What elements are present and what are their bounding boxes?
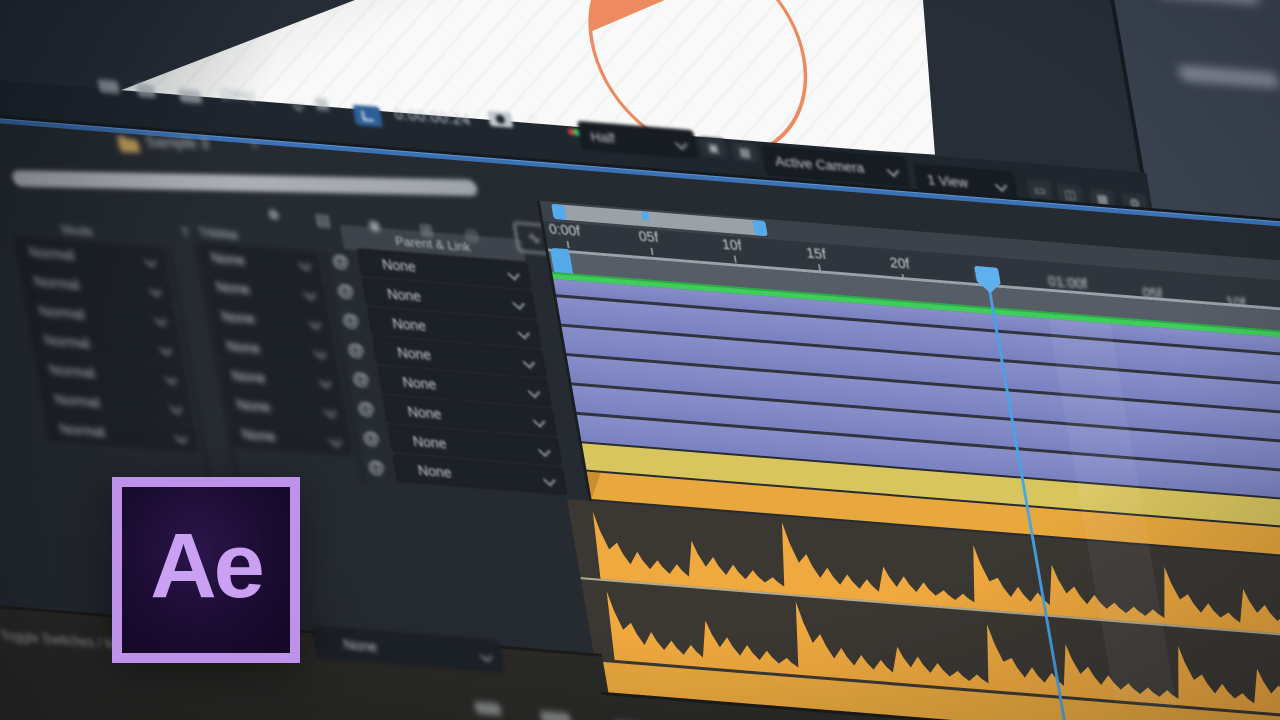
chevron-down-icon: [319, 376, 332, 389]
monitor-icon: ▭: [1033, 182, 1047, 197]
mode-select-value: Normal: [38, 302, 86, 322]
panel-item-blur: [1153, 0, 1261, 5]
timeline-tab[interactable]: Sample 3: [144, 134, 211, 153]
resolution-value: Half: [589, 128, 616, 145]
chevron-down-icon: [159, 343, 172, 356]
pick-whip-icon[interactable]: @: [361, 427, 381, 449]
chevron-down-icon: [329, 434, 342, 447]
monitor-icon: ▣: [706, 140, 720, 155]
mode-column-header[interactable]: Mode: [60, 222, 94, 239]
trkmat-select-value: None: [230, 366, 266, 385]
after-effects-screenshot: (29%) ▦ 0:00:00:24 ◌ Half ▣ ▩ Active Cam…: [0, 0, 1280, 720]
chevron-down-icon: [995, 178, 1008, 191]
mode-select-value: Normal: [27, 243, 75, 263]
mode-select-value: Normal: [53, 390, 101, 410]
view-layout-value: 1 View: [926, 171, 969, 189]
checkerboard-icon: ▩: [738, 144, 752, 159]
trkmat-select-value: None: [220, 308, 256, 327]
chevron-down-icon: [523, 356, 536, 369]
trkmat-select-value: None: [235, 396, 271, 415]
trkmat-select-value: None: [241, 425, 277, 444]
target-region-button[interactable]: ▣: [699, 137, 727, 158]
trkmat-select-value: None: [225, 337, 261, 356]
mode-select-value: Normal: [48, 361, 96, 381]
mode-select-value: Normal: [33, 273, 81, 293]
parent-select-value: None: [391, 314, 427, 333]
chevron-down-icon: [538, 444, 551, 457]
chevron-down-icon: [528, 385, 541, 398]
toolbar-icon-blur[interactable]: [136, 83, 156, 98]
parent-select-value: None: [406, 403, 442, 422]
chevron-down-icon: [154, 313, 167, 326]
axis-icon: [361, 110, 374, 121]
after-effects-logo: Ae: [112, 477, 300, 663]
mode-select-value: Normal: [43, 331, 91, 351]
panels-icon: ◫: [1063, 186, 1077, 201]
toolbar-icon-blur[interactable]: [178, 89, 202, 104]
pick-whip-icon[interactable]: @: [346, 339, 366, 361]
work-area-end-handle[interactable]: [752, 220, 768, 236]
chevron-down-icon: [507, 268, 520, 281]
parent-select-value: None: [416, 461, 452, 480]
parent-select-value: None: [411, 432, 447, 451]
chevron-down-icon: [144, 255, 157, 268]
chevron-down-icon: [175, 431, 188, 444]
marker-tick[interactable]: [641, 211, 650, 221]
chevron-down-icon: [298, 258, 311, 271]
trkmat-select-value: None: [210, 249, 246, 268]
chevron-down-icon: [480, 649, 493, 662]
pick-whip-icon[interactable]: @: [356, 398, 376, 420]
bottom-icon-blur[interactable]: [474, 702, 502, 716]
snapshot-camera-icon[interactable]: [488, 111, 514, 128]
pick-whip-icon[interactable]: @: [366, 457, 386, 479]
chevron-down-icon: [164, 372, 177, 385]
transparency-grid-button[interactable]: ▩: [730, 141, 758, 162]
chevron-down-icon: [543, 474, 556, 487]
work-area-start-handle[interactable]: [551, 204, 567, 220]
chevron-down-icon: [887, 164, 900, 177]
comp-tab-icon: [118, 139, 141, 153]
chevron-down-icon: [149, 284, 162, 297]
chevron-down-icon: [533, 415, 546, 428]
chevron-down-icon: [512, 297, 525, 310]
chevron-down-icon: [309, 317, 322, 330]
chevron-down-icon: [314, 346, 327, 359]
magnification-select[interactable]: (29%): [219, 86, 256, 104]
mode-select-value: Normal: [58, 420, 106, 440]
chevron-down-icon: [675, 137, 688, 150]
3d-view-value: Active Camera: [774, 154, 865, 176]
panel-item-blur: [1178, 65, 1280, 88]
pick-whip-icon[interactable]: @: [341, 310, 361, 332]
pick-whip-icon[interactable]: @: [336, 280, 356, 302]
toolbar-icon-blur[interactable]: [98, 79, 120, 94]
chevron-down-icon: [170, 402, 183, 415]
parent-select-value: None: [381, 256, 417, 275]
parent-select-value: None: [396, 344, 432, 363]
ae-logo-text: Ae: [150, 514, 262, 619]
chevron-down-icon: [304, 287, 317, 300]
bottom-parent-value: None: [342, 636, 378, 655]
rulers-toggle-button[interactable]: [352, 105, 383, 127]
parent-select-value: None: [401, 373, 437, 392]
pixel-aspect-button[interactable]: ▭: [1026, 179, 1053, 200]
chevron-down-icon: [324, 405, 337, 418]
chevron-down-icon: [517, 327, 530, 340]
trkmat-select-value: None: [215, 278, 251, 297]
parent-select-value: None: [386, 285, 422, 304]
